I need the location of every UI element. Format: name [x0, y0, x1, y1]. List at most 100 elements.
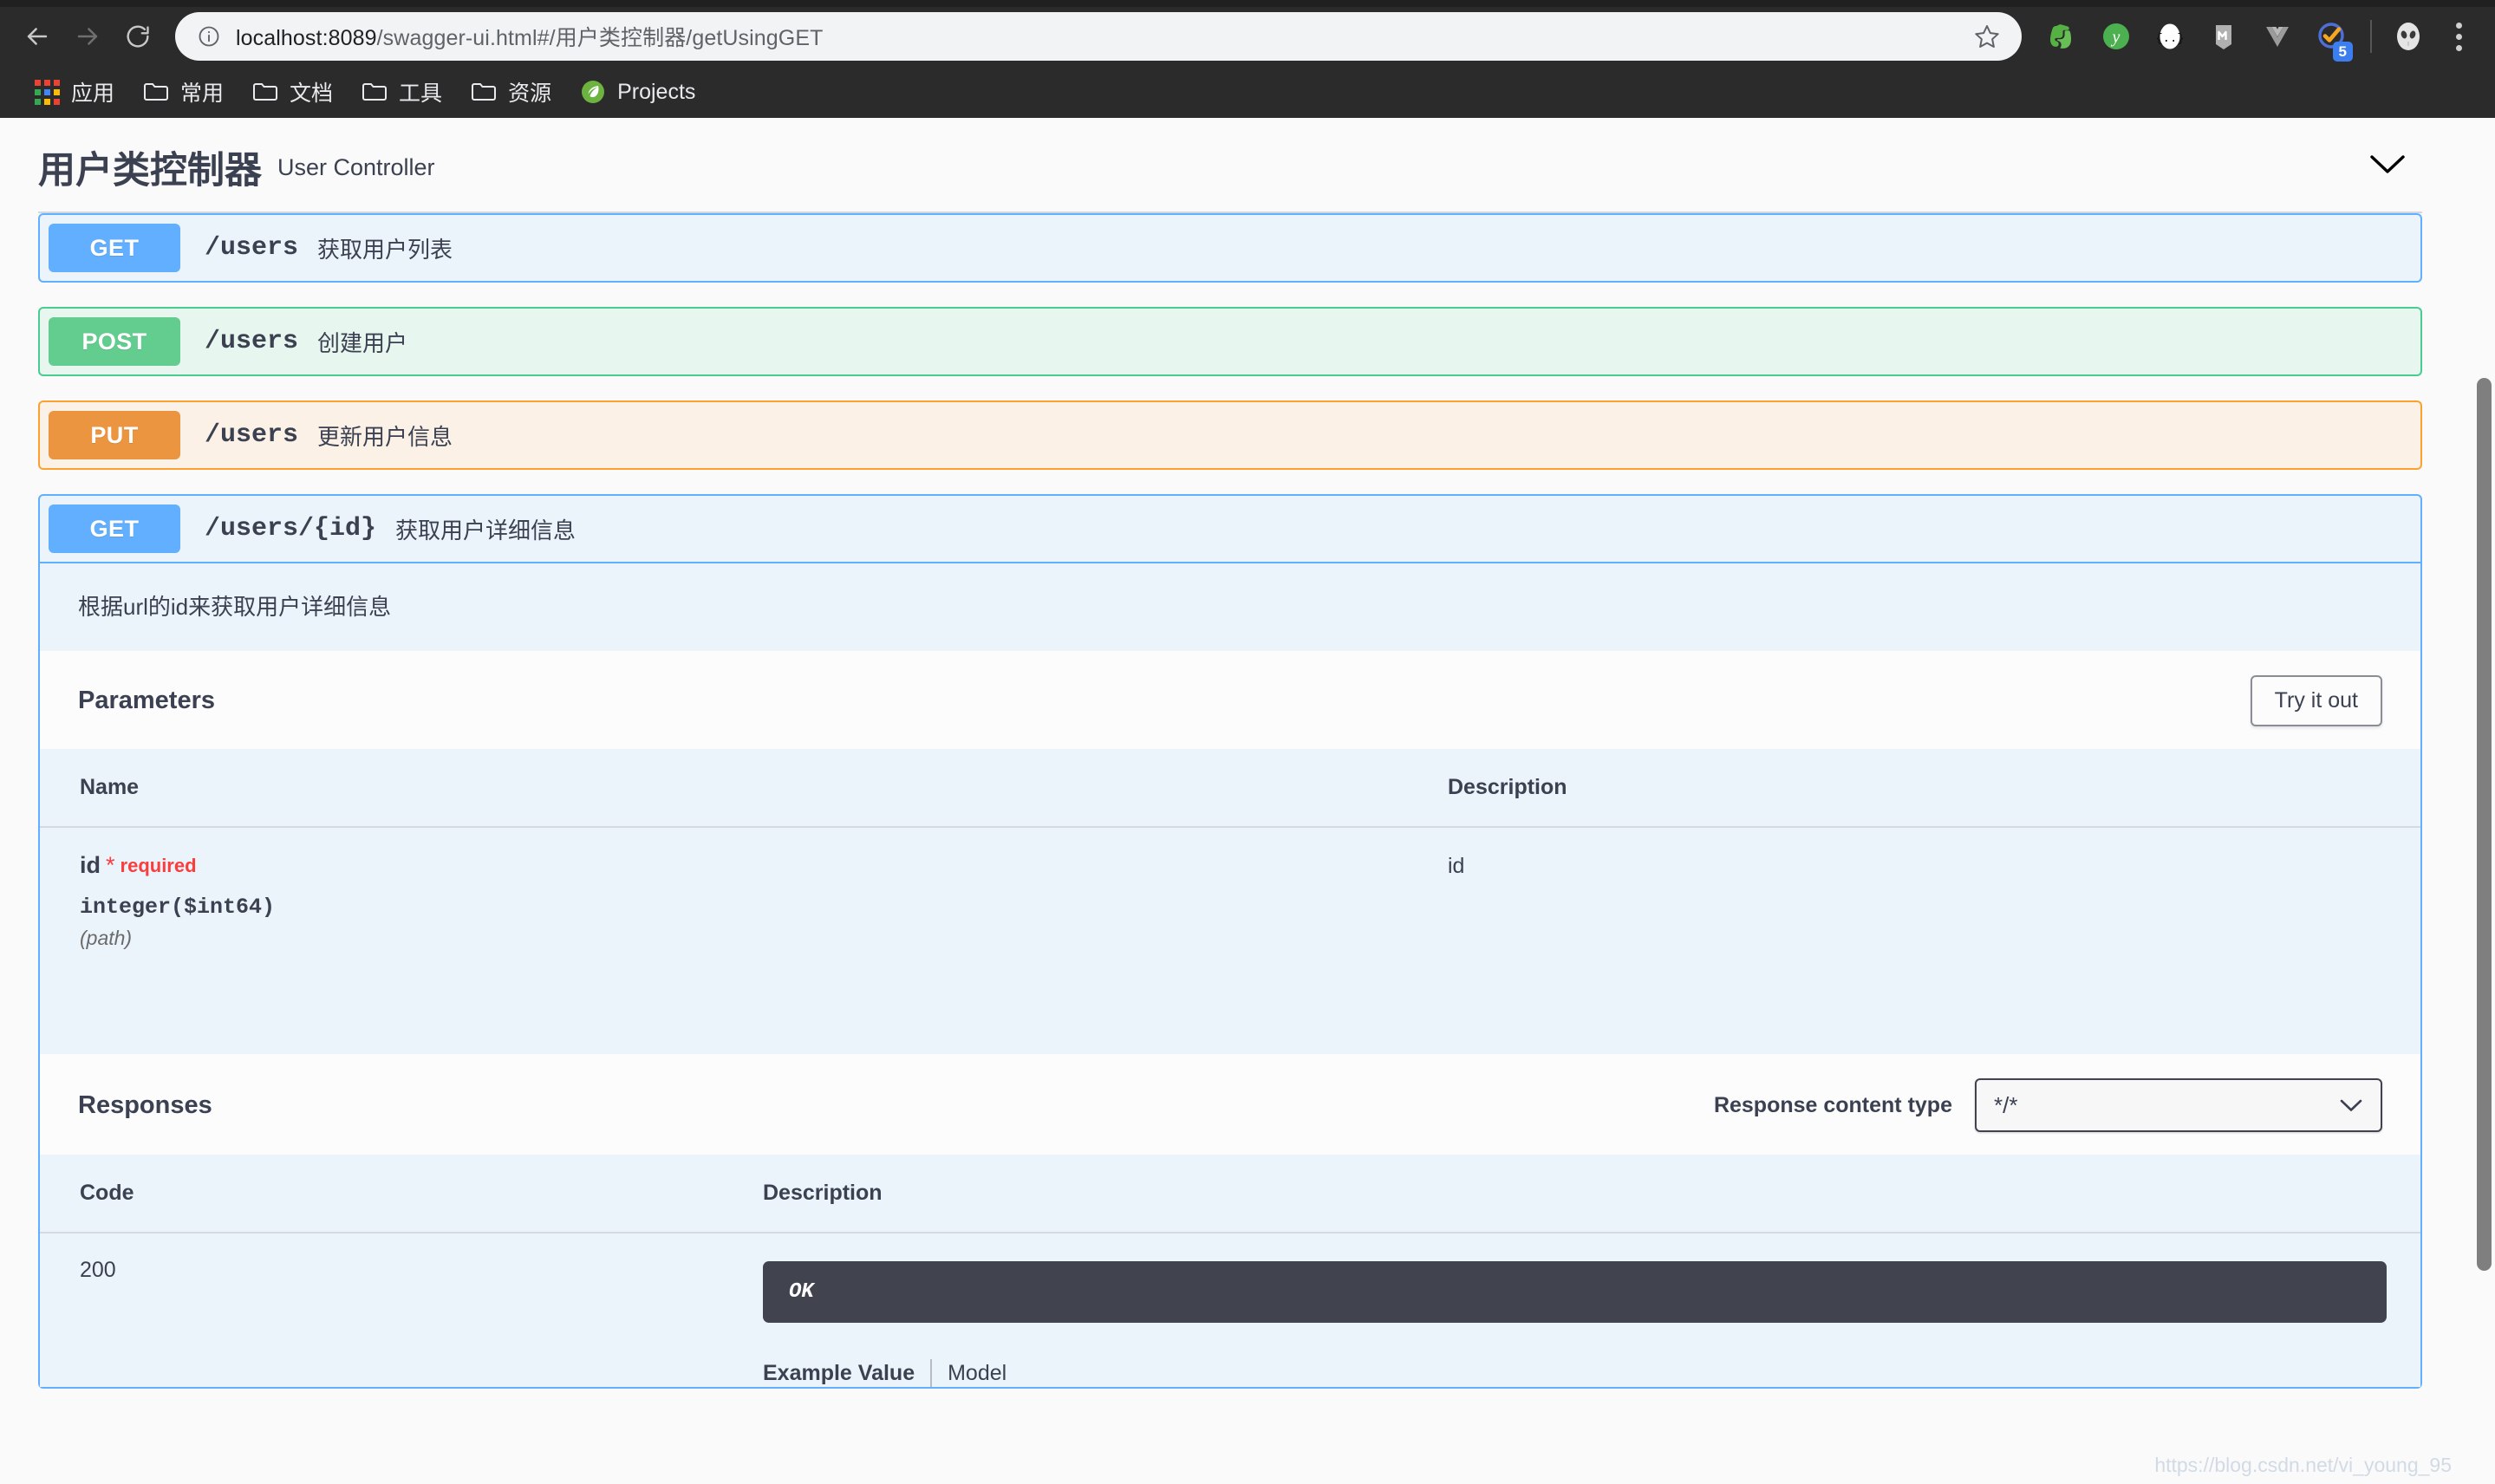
extension-toolbar: y {..} 5 — [2036, 10, 2479, 63]
browser-chrome: localhost:8089/swagger-ui.html#/用户类控制器/g… — [0, 0, 2495, 118]
response-content-type-select[interactable]: */* — [1975, 1078, 2382, 1132]
bookmark-projects[interactable]: Projects — [565, 72, 709, 112]
http-method-badge: POST — [49, 317, 180, 366]
markdown-extension-icon[interactable] — [2197, 10, 2251, 63]
parameters-header: Parameters Try it out — [40, 651, 2420, 749]
operation-summary[interactable]: GET /users 获取用户列表 — [40, 215, 2420, 281]
reload-icon[interactable] — [113, 11, 163, 62]
toolbar-divider — [2370, 20, 2372, 53]
folder-icon — [470, 78, 498, 106]
browser-navigation-bar: localhost:8089/swagger-ui.html#/用户类控制器/g… — [0, 7, 2495, 66]
parameters-table: Name Description id*required integer($in… — [40, 749, 2420, 950]
table-row: 200 OK Example Value Model — [40, 1233, 2420, 1387]
operation-notes: 根据url的id来获取用户详细信息 — [40, 563, 2420, 651]
table-row: id*required integer($int64) (path) id — [40, 827, 2420, 950]
folder-icon — [251, 78, 279, 106]
bookmark-label: 常用 — [180, 76, 224, 107]
operation-summary-text: 获取用户详细信息 — [395, 513, 2412, 545]
required-label: required — [121, 855, 197, 876]
parameter-name-cell: id* required integer($int64) (path) — [40, 827, 1444, 950]
bookmark-folder-ziyuan[interactable]: 资源 — [456, 72, 565, 112]
tasks-badge-count: 5 — [2333, 42, 2353, 62]
address-bar-url[interactable]: localhost:8089/swagger-ui.html#/用户类控制器/g… — [236, 21, 1966, 52]
operation-summary-text: 获取用户列表 — [317, 232, 2412, 264]
response-description-box: OK — [763, 1261, 2387, 1323]
swagger-ui-page: 用户类控制器 User Controller GET /users 获取用户列表… — [0, 118, 2495, 1484]
column-header-code: Code — [40, 1155, 759, 1233]
tab-model[interactable]: Model — [932, 1361, 1006, 1386]
responses-table-wrapper: Code Description 200 OK — [40, 1155, 2420, 1387]
svg-text:{..}: {..} — [2155, 32, 2185, 46]
column-header-description: Description — [1444, 749, 2420, 827]
bookmark-folder-wendang[interactable]: 文档 — [238, 72, 347, 112]
bookmark-folder-changyong[interactable]: 常用 — [128, 72, 238, 112]
folder-icon — [142, 78, 170, 106]
address-bar[interactable]: localhost:8089/swagger-ui.html#/用户类控制器/g… — [175, 12, 2022, 61]
response-code: 200 — [80, 1258, 116, 1282]
back-arrow-icon[interactable] — [12, 11, 62, 62]
http-method-badge: GET — [49, 224, 180, 272]
operation-path: /users — [205, 420, 298, 450]
svg-text:y: y — [2111, 28, 2120, 47]
response-content-type-group: Response content type */* — [1714, 1078, 2382, 1132]
url-host: localhost:8089 — [236, 26, 377, 50]
star-icon[interactable] — [1966, 16, 2008, 57]
operation-summary[interactable]: POST /users 创建用户 — [40, 309, 2420, 374]
spring-leaf-icon — [579, 78, 607, 106]
operation-summary[interactable]: GET /users/{id} 获取用户详细信息 — [40, 496, 2420, 563]
parameter-description: id — [1448, 852, 2420, 879]
bookmark-label: 应用 — [71, 76, 114, 107]
response-description-cell: OK Example Value Model — [759, 1233, 2420, 1387]
page-scrollbar-thumb[interactable] — [2477, 378, 2492, 1271]
parameter-description-cell: id — [1444, 827, 2420, 950]
tab-example-value[interactable]: Example Value — [763, 1361, 930, 1386]
avatar-icon[interactable] — [2384, 12, 2433, 61]
three-dots-menu-icon[interactable] — [2438, 11, 2479, 62]
page-subtitle: User Controller — [277, 154, 435, 181]
column-header-name: Name — [40, 749, 1444, 827]
operation-path: /users/{id} — [205, 514, 376, 543]
operation-body: Parameters Try it out Name Description — [40, 651, 2420, 1387]
bookmark-label: Projects — [617, 80, 695, 105]
table-header-row: Code Description — [40, 1155, 2420, 1233]
page-title: 用户类控制器 — [38, 140, 262, 194]
http-method-badge: GET — [49, 504, 180, 553]
required-star-icon: * — [106, 852, 115, 878]
tasks-extension-icon[interactable]: 5 — [2304, 10, 2358, 63]
operation-put-users[interactable]: PUT /users 更新用户信息 — [38, 400, 2422, 470]
operation-post-users[interactable]: POST /users 创建用户 — [38, 307, 2422, 376]
bookmark-apps[interactable]: 应用 — [19, 72, 128, 112]
info-circle-icon[interactable] — [194, 22, 224, 51]
operation-get-users[interactable]: GET /users 获取用户列表 — [38, 213, 2422, 283]
chevron-down-icon[interactable] — [2363, 147, 2412, 182]
operation-summary[interactable]: PUT /users 更新用户信息 — [40, 402, 2420, 468]
table-header-row: Name Description — [40, 749, 2420, 827]
response-code-cell: 200 — [40, 1233, 759, 1387]
operation-summary-text: 创建用户 — [317, 326, 2412, 358]
url-path: /swagger-ui.html#/用户类控制器/getUsingGET — [377, 26, 824, 50]
operation-path: /users — [205, 233, 298, 263]
bookmark-folder-gongju[interactable]: 工具 — [347, 72, 456, 112]
evernote-extension-icon[interactable] — [2036, 10, 2089, 63]
tab-strip — [0, 0, 2495, 7]
apps-grid-icon — [33, 78, 61, 106]
parameter-name: id — [80, 852, 101, 878]
operation-get-users-by-id[interactable]: GET /users/{id} 获取用户详细信息 根据url的id来获取用户详细… — [38, 494, 2422, 1389]
json-viewer-extension-icon[interactable]: {..} — [2143, 10, 2197, 63]
parameter-type: integer($int64) — [80, 895, 1444, 920]
response-content-type-label: Response content type — [1714, 1093, 1952, 1118]
parameters-table-wrapper: Name Description id*required integer($in… — [40, 749, 2420, 1054]
page-scrollbar[interactable] — [2472, 118, 2495, 1484]
responses-header: Responses Response content type */* — [40, 1054, 2420, 1155]
responses-title: Responses — [78, 1091, 212, 1120]
vue-devtools-extension-icon[interactable] — [2251, 10, 2304, 63]
folder-icon — [361, 78, 388, 106]
parameter-location: (path) — [80, 927, 1444, 950]
try-it-out-button[interactable]: Try it out — [2251, 675, 2382, 726]
youdao-extension-icon[interactable]: y — [2089, 10, 2143, 63]
bookmark-label: 资源 — [508, 76, 551, 107]
tag-section-header[interactable]: 用户类控制器 User Controller — [0, 118, 2460, 198]
operation-path: /users — [205, 327, 298, 356]
parameters-title: Parameters — [78, 687, 215, 715]
forward-arrow-icon[interactable] — [62, 11, 113, 62]
